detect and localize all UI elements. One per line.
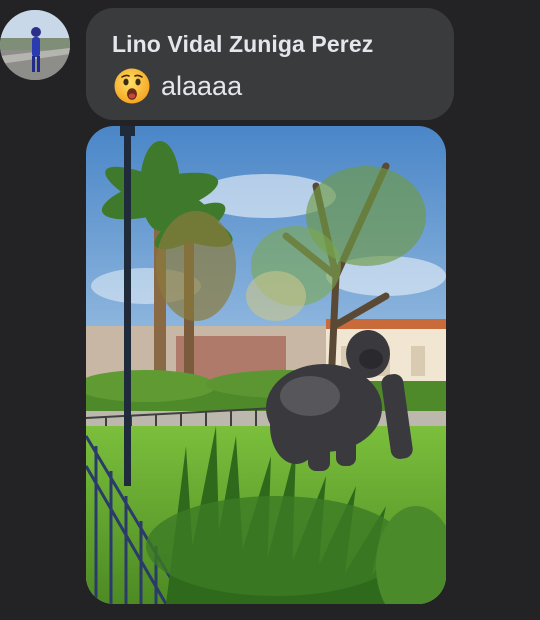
- surprised-face-emoji-icon: [114, 68, 150, 104]
- chat-message-group: Lino Vidal Zuniga Perez alaaaa: [0, 0, 540, 620]
- message-bubble[interactable]: Lino Vidal Zuniga Perez alaaaa: [86, 8, 454, 120]
- sender-avatar[interactable]: [0, 10, 70, 80]
- message-line: alaaaa: [112, 66, 454, 106]
- avatar-photo-icon: [0, 10, 70, 80]
- message-text[interactable]: alaaaa: [161, 69, 242, 103]
- park-photo-with-gorilla-icon: [86, 126, 446, 604]
- photo-attachment[interactable]: [86, 126, 446, 604]
- sender-name[interactable]: Lino Vidal Zuniga Perez: [112, 30, 454, 58]
